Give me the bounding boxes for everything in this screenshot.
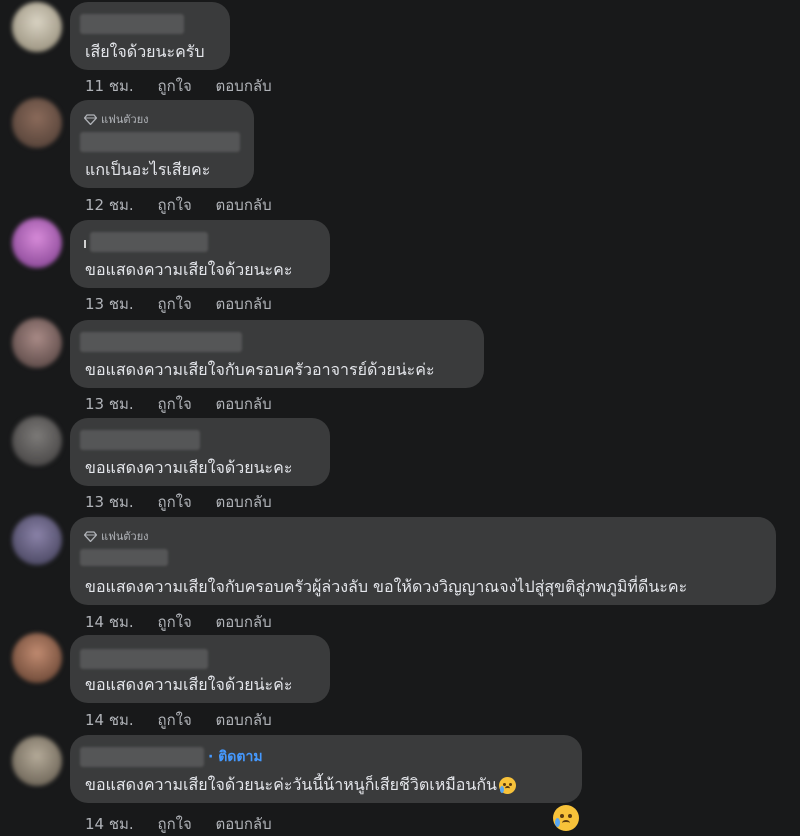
- avatar[interactable]: [12, 318, 62, 368]
- comment-bubble: แฟนตัวยง แกเป็นอะไรเสียคะ: [70, 100, 254, 188]
- comment-actions: 13 ชม. ถูกใจ ตอบกลับ: [85, 392, 291, 416]
- avatar[interactable]: [12, 736, 62, 786]
- comment-text: ขอแสดงความเสียใจด้วยนะคะ: [85, 458, 293, 477]
- comment-time[interactable]: 13 ชม.: [85, 392, 134, 416]
- commenter-name[interactable]: [90, 232, 208, 252]
- comment-bubble: ขอแสดงความเสียใจด้วยนะคะ: [70, 220, 330, 288]
- comment-text: ขอแสดงความเสียใจกับครอบครัวผู้ล่วงลับ ขอ…: [85, 577, 688, 596]
- commenter-name[interactable]: [80, 430, 200, 450]
- comment-actions: 14 ชม. ถูกใจ ตอบกลับ: [85, 708, 291, 732]
- commenter-name[interactable]: [80, 747, 204, 767]
- comment-time[interactable]: 12 ชม.: [85, 193, 134, 217]
- commenter-name[interactable]: [80, 14, 184, 34]
- comment-actions: 14 ชม. ถูกใจ ตอบกลับ: [85, 812, 291, 836]
- comment-bubble: เสียใจด้วยนะครับ: [70, 2, 230, 70]
- comment-bubble: · ติดตาม ขอแสดงความเสียใจด้วยนะค่ะวันนี้…: [70, 735, 582, 803]
- comment-actions: 12 ชม. ถูกใจ ตอบกลับ: [85, 193, 291, 217]
- reply-button[interactable]: ตอบกลับ: [216, 490, 272, 514]
- comment-actions: 14 ชม. ถูกใจ ตอบกลับ: [85, 610, 291, 634]
- comment-text: ขอแสดงความเสียใจด้วยนะคะ: [85, 260, 293, 279]
- comment-time[interactable]: 11 ชม.: [85, 74, 134, 98]
- comment-text-content: ขอแสดงความเสียใจด้วยนะค่ะวันนี้น้าหนูก็เ…: [85, 775, 497, 794]
- badge-label: แฟนตัวยง: [101, 113, 149, 126]
- like-button[interactable]: ถูกใจ: [157, 193, 191, 217]
- comment-bubble: ขอแสดงความเสียใจด้วยน่ะค่ะ: [70, 635, 330, 703]
- comment-bubble: ขอแสดงความเสียใจกับครอบครัวอาจารย์ด้วยน่…: [70, 320, 484, 388]
- reply-button[interactable]: ตอบกลับ: [216, 392, 272, 416]
- commenter-name[interactable]: [80, 132, 240, 152]
- reply-button[interactable]: ตอบกลับ: [216, 74, 272, 98]
- reply-button[interactable]: ตอบกลับ: [216, 292, 272, 316]
- avatar[interactable]: [12, 515, 62, 565]
- like-button[interactable]: ถูกใจ: [157, 812, 191, 836]
- like-button[interactable]: ถูกใจ: [157, 74, 191, 98]
- comment-actions: 11 ชม. ถูกใจ ตอบกลับ: [85, 74, 291, 98]
- crying-face-emoji: [498, 777, 516, 794]
- diamond-icon: [84, 530, 97, 542]
- comment-time[interactable]: 14 ชม.: [85, 610, 134, 634]
- reply-button[interactable]: ตอบกลับ: [216, 812, 272, 836]
- comment-time[interactable]: 13 ชม.: [85, 490, 134, 514]
- comment-bubble: ขอแสดงความเสียใจด้วยนะคะ: [70, 418, 330, 486]
- commenter-name[interactable]: [80, 549, 168, 566]
- comment-text: ขอแสดงความเสียใจด้วยนะค่ะวันนี้น้าหนูก็เ…: [85, 773, 516, 798]
- comment-text: เสียใจด้วยนะครับ: [85, 42, 205, 61]
- commenter-name[interactable]: [80, 649, 208, 669]
- reply-button[interactable]: ตอบกลับ: [216, 610, 272, 634]
- top-fan-badge: แฟนตัวยง: [84, 527, 149, 545]
- avatar[interactable]: [12, 2, 62, 52]
- reply-button[interactable]: ตอบกลับ: [216, 708, 272, 732]
- like-button[interactable]: ถูกใจ: [157, 292, 191, 316]
- diamond-icon: [84, 113, 97, 125]
- avatar[interactable]: [12, 218, 62, 268]
- like-button[interactable]: ถูกใจ: [157, 490, 191, 514]
- comment-text: ขอแสดงความเสียใจกับครอบครัวอาจารย์ด้วยน่…: [85, 360, 435, 379]
- avatar[interactable]: [12, 98, 62, 148]
- like-button[interactable]: ถูกใจ: [157, 708, 191, 732]
- top-fan-badge: แฟนตัวยง: [84, 110, 149, 128]
- comment-bubble: แฟนตัวยง ขอแสดงความเสียใจกับครอบครัวผู้ล…: [70, 517, 776, 605]
- comment-actions: 13 ชม. ถูกใจ ตอบกลับ: [85, 490, 291, 514]
- comment-time[interactable]: 14 ชม.: [85, 812, 134, 836]
- like-button[interactable]: ถูกใจ: [157, 610, 191, 634]
- follow-link[interactable]: · ติดตาม: [208, 746, 263, 768]
- name-prefix-mark: [84, 240, 86, 248]
- commenter-name[interactable]: [80, 332, 242, 352]
- reply-button[interactable]: ตอบกลับ: [216, 193, 272, 217]
- comment-actions: 13 ชม. ถูกใจ ตอบกลับ: [85, 292, 291, 316]
- avatar[interactable]: [12, 633, 62, 683]
- like-button[interactable]: ถูกใจ: [157, 392, 191, 416]
- comment-text: ขอแสดงความเสียใจด้วยน่ะค่ะ: [85, 675, 293, 694]
- badge-label: แฟนตัวยง: [101, 530, 149, 543]
- avatar[interactable]: [12, 416, 62, 466]
- comment-time[interactable]: 14 ชม.: [85, 708, 134, 732]
- comment-time[interactable]: 13 ชม.: [85, 292, 134, 316]
- sad-reaction-icon[interactable]: [553, 805, 579, 831]
- comment-text: แกเป็นอะไรเสียคะ: [85, 160, 211, 179]
